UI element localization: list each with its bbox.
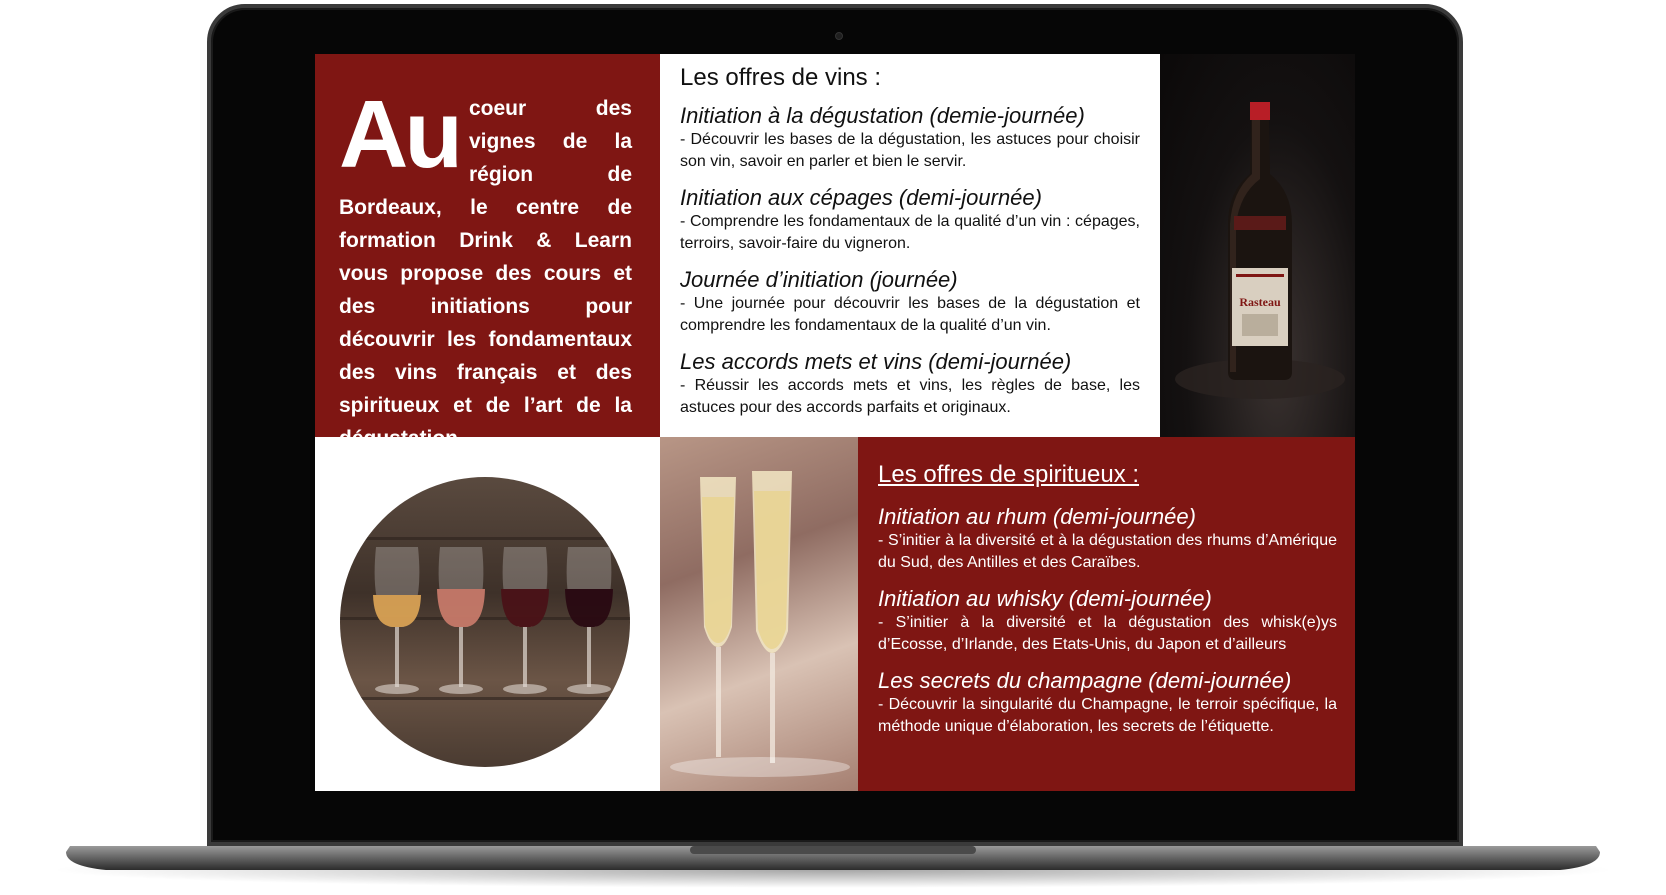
wine-offer-desc: - Comprendre les fondamentaux de la qual…: [680, 213, 1140, 252]
wine-bottle-icon: Rasteau: [1175, 102, 1345, 399]
wine-glasses-icon: [340, 537, 630, 700]
spirits-offer-item: Les secrets du champagne (demi-journée) …: [878, 667, 1337, 738]
intro-panel: Au coeur des vignes de la région de Bord…: [315, 54, 660, 437]
wine-offers-panel: Les offres de vins : Initiation à la dég…: [660, 54, 1160, 437]
champagne-flute-icon: [670, 471, 850, 777]
laptop-mockup: Au coeur des vignes de la région de Bord…: [0, 0, 1666, 895]
spirits-offers-panel: Les offres de spiritueux : Initiation au…: [858, 437, 1355, 791]
wine-offer-desc: - Découvrir les bases de la dégustation,…: [680, 131, 1140, 170]
spirits-offer-desc: - S’initier à la diversité et à la dégus…: [878, 532, 1337, 571]
wine-offer-title: Initiation aux cépages (demi-journée): [680, 185, 1042, 210]
wine-offer-item: Les accords mets et vins (demi-journée) …: [680, 348, 1140, 419]
glasses-circle: [340, 477, 630, 767]
wine-offer-title: Initiation à la dégustation (demie-journ…: [680, 103, 1085, 128]
spirits-offer-title: Les secrets du champagne (demi-journée): [878, 668, 1292, 693]
screen: Au coeur des vignes de la région de Bord…: [315, 54, 1355, 791]
wine-offers-title: Les offres de vins :: [680, 64, 881, 91]
wine-offer-desc: - Une journée pour découvrir les bases d…: [680, 295, 1140, 334]
spirits-offer-desc: - S’initier à la diversité et la dégusta…: [878, 614, 1337, 653]
bottle-label-text: Rasteau: [1239, 295, 1281, 309]
tasting-glasses-photo: [315, 437, 660, 791]
spirits-offer-item: Initiation au whisky (demi-journée) - S’…: [878, 585, 1337, 656]
wine-offer-title: Les accords mets et vins (demi-journée): [680, 349, 1072, 374]
wine-offer-item: Initiation aux cépages (demi-journée) - …: [680, 184, 1140, 255]
wine-offer-title: Journée d’initiation (journée): [680, 267, 958, 292]
spirits-offer-desc: - Découvrir la singularité du Champagne,…: [878, 696, 1337, 735]
wine-offer-desc: - Réussir les accords mets et vins, les …: [680, 377, 1140, 416]
wine-offer-item: Initiation à la dégustation (demie-journ…: [680, 102, 1140, 173]
spirits-offer-title: Initiation au whisky (demi-journée): [878, 586, 1212, 611]
spirits-offer-item: Initiation au rhum (demi-journée) - S’in…: [878, 503, 1337, 574]
champagne-glasses-photo: [660, 437, 858, 791]
spirits-offers-title: Les offres de spiritueux :: [878, 461, 1140, 488]
spirits-offer-title: Initiation au rhum (demi-journée): [878, 504, 1196, 529]
wine-offer-item: Journée d’initiation (journée) - Une jou…: [680, 266, 1140, 337]
intro-dropcap: Au: [339, 81, 463, 188]
wine-bottle-photo: Rasteau: [1160, 54, 1355, 437]
